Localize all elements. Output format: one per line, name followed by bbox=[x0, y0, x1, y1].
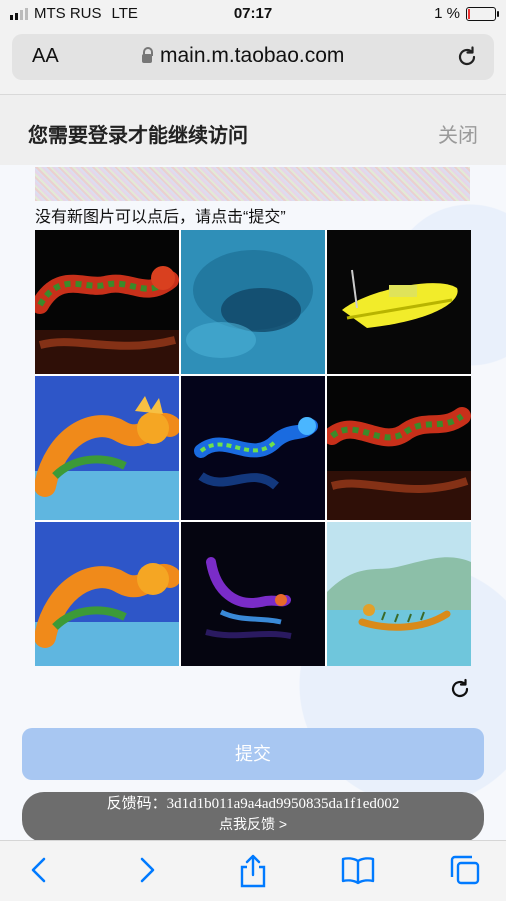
browser-address-bar: AA main.m.taobao.com bbox=[0, 28, 506, 95]
url-field[interactable]: AA main.m.taobao.com bbox=[12, 34, 494, 80]
captcha-image-7[interactable] bbox=[35, 522, 179, 666]
refresh-captcha-icon[interactable] bbox=[448, 677, 472, 706]
captcha-panel: 没有新图片可以点后，请点击“提交” 提交 反馈码：3d1d1b011a9a4ad… bbox=[0, 165, 506, 842]
tabs-icon[interactable] bbox=[448, 853, 482, 892]
battery-info: 1 % bbox=[434, 5, 499, 22]
captcha-hint: 没有新图片可以点后，请点击“提交” bbox=[35, 209, 286, 226]
captcha-image-grid bbox=[35, 230, 471, 666]
battery-percent: 1 % bbox=[434, 5, 460, 22]
captcha-image-6[interactable] bbox=[327, 376, 471, 520]
feedback-box[interactable]: 反馈码：3d1d1b011a9a4ad9950835da1f1ed002 点我反… bbox=[22, 792, 484, 842]
share-icon[interactable] bbox=[238, 853, 268, 894]
submit-button[interactable]: 提交 bbox=[22, 728, 484, 780]
lock-icon bbox=[142, 46, 153, 63]
url-text: main.m.taobao.com bbox=[160, 44, 345, 67]
captcha-image-9[interactable] bbox=[327, 522, 471, 666]
url-display[interactable]: main.m.taobao.com bbox=[142, 44, 344, 68]
captcha-image-8[interactable] bbox=[181, 522, 325, 666]
feedback-code: 反馈码：3d1d1b011a9a4ad9950835da1f1ed002 bbox=[106, 796, 400, 812]
captcha-image-2[interactable] bbox=[181, 230, 325, 374]
captcha-image-4[interactable] bbox=[35, 376, 179, 520]
captcha-image-3[interactable] bbox=[327, 230, 471, 374]
login-required-header: 您需要登录才能继续访问 关闭 bbox=[0, 95, 506, 165]
clock: 07:17 bbox=[233, 5, 273, 22]
status-bar: MTS RUS LTE 07:17 1 % bbox=[0, 0, 506, 28]
back-icon[interactable] bbox=[28, 853, 50, 892]
reload-icon[interactable] bbox=[454, 44, 480, 75]
captcha-instruction-image bbox=[35, 167, 470, 201]
captcha-image-5[interactable] bbox=[181, 376, 325, 520]
forward-icon[interactable] bbox=[136, 853, 158, 892]
battery-icon bbox=[466, 6, 499, 21]
bookmarks-icon[interactable] bbox=[340, 855, 376, 890]
captcha-image-1[interactable] bbox=[35, 230, 179, 374]
close-button[interactable]: 关闭 bbox=[438, 119, 478, 148]
browser-toolbar bbox=[0, 840, 506, 901]
feedback-link[interactable]: 点我反馈 > bbox=[22, 814, 484, 834]
text-size-button[interactable]: AA bbox=[32, 45, 59, 68]
page-title: 您需要登录才能继续访问 bbox=[28, 125, 248, 147]
